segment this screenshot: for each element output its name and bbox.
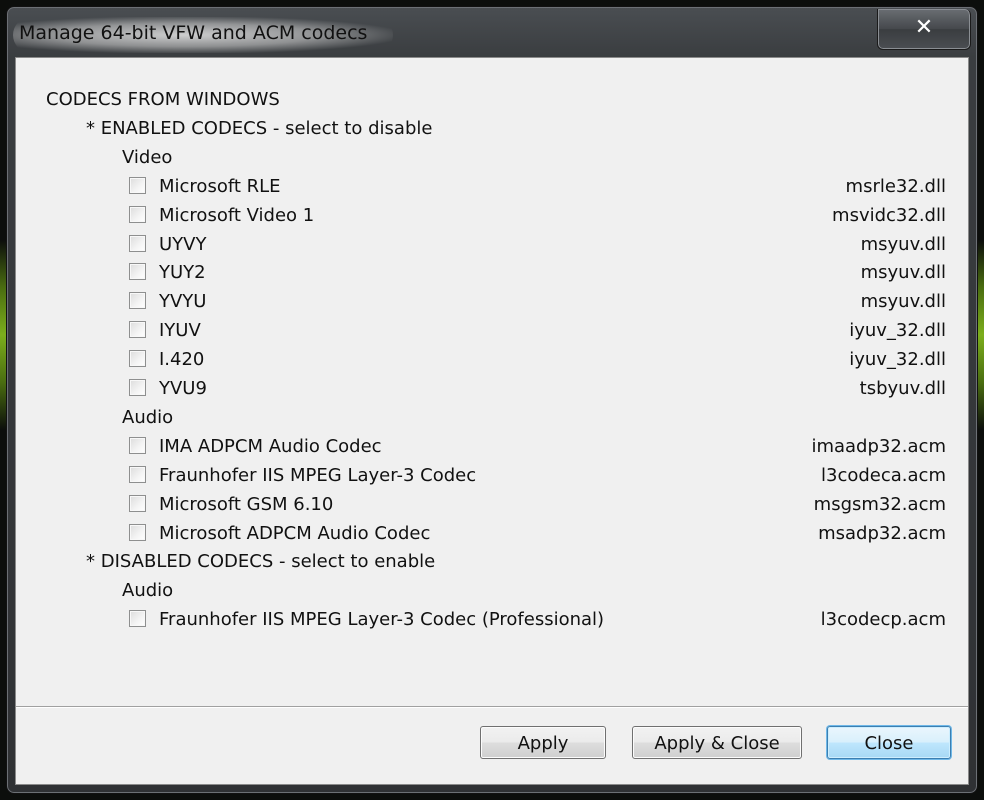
dialog-client-area: CODECS FROM WINDOWS * ENABLED CODECS - se…	[15, 57, 969, 785]
codec-file-name: iyuv_32.dll	[849, 349, 946, 371]
codec-file-name: msrle32.dll	[845, 175, 946, 197]
codec-list-item[interactable]: IYUV iyuv_32.dll	[16, 317, 968, 346]
codec-list: CODECS FROM WINDOWS * ENABLED CODECS - se…	[16, 58, 968, 706]
video-category-row: Video	[16, 144, 968, 173]
codec-file-name: msyuv.dll	[860, 233, 946, 255]
codec-file-name: msyuv.dll	[860, 262, 946, 284]
apply-and-close-button[interactable]: Apply & Close	[632, 726, 802, 759]
codec-name: Microsoft Video 1	[159, 204, 315, 226]
codec-checkbox[interactable]	[129, 205, 146, 223]
codec-name: Fraunhofer IIS MPEG Layer-3 Codec (Profe…	[159, 609, 605, 631]
codec-checkbox[interactable]	[129, 465, 146, 483]
codec-file-name: msyuv.dll	[860, 291, 946, 313]
codec-checkbox[interactable]	[129, 610, 146, 628]
codec-file-name: msadp32.acm	[818, 522, 946, 544]
codec-file-name: tsbyuv.dll	[859, 378, 946, 399]
codec-list-item[interactable]: I.420 iyuv_32.dll	[16, 346, 968, 375]
codec-name: YVU9	[159, 378, 207, 399]
disabled-codecs-label: * DISABLED CODECS - select to enable	[86, 551, 436, 573]
codec-file-name: iyuv_32.dll	[849, 320, 946, 342]
codec-list-item[interactable]: YUY2 msyuv.dll	[16, 259, 968, 288]
codec-checkbox[interactable]	[129, 292, 146, 310]
codec-name: I.420	[159, 349, 205, 371]
codec-list-item[interactable]: Microsoft GSM 6.10 msgsm32.acm	[16, 491, 968, 520]
codec-checkbox[interactable]	[129, 523, 146, 541]
codec-name: YUY2	[159, 262, 206, 284]
codecs-header: CODECS FROM WINDOWS	[46, 89, 280, 110]
codec-list-item[interactable]: Microsoft ADPCM Audio Codec msadp32.acm	[16, 520, 968, 549]
codec-file-name: msgsm32.acm	[813, 493, 946, 515]
codec-checkbox[interactable]	[129, 176, 146, 194]
codec-name: UYVY	[159, 233, 207, 255]
codec-list-item[interactable]: Fraunhofer IIS MPEG Layer-3 Codec l3codec…	[16, 462, 968, 491]
divider	[16, 706, 968, 708]
codec-file-name: msvidc32.dll	[832, 204, 946, 226]
codec-list-item[interactable]: Microsoft Video 1 msvidc32.dll	[16, 202, 968, 231]
window-title: Manage 64-bit VFW and ACM codecs	[19, 22, 368, 44]
codec-list-item[interactable]: Microsoft RLE msrle32.dll	[16, 173, 968, 202]
audio-category-label: Audio	[122, 406, 174, 428]
codec-name: Microsoft GSM 6.10	[159, 493, 334, 515]
audio-category-row: Audio	[16, 404, 968, 433]
enabled-codecs-row: * ENABLED CODECS - select to disable	[16, 115, 968, 144]
codec-list-item[interactable]: UYVY msyuv.dll	[16, 231, 968, 260]
enabled-codecs-label: * ENABLED CODECS - select to disable	[86, 117, 433, 139]
codec-name: IMA ADPCM Audio Codec	[159, 435, 382, 457]
close-button[interactable]: Close	[827, 726, 951, 759]
codec-list-item[interactable]: Fraunhofer IIS MPEG Layer-3 Codec (Profe…	[16, 606, 968, 635]
disabled-codecs-row: * DISABLED CODECS - select to enable	[16, 548, 968, 577]
codec-checkbox[interactable]	[129, 379, 146, 396]
window-close-icon[interactable]: ✕	[877, 9, 971, 50]
codec-checkbox[interactable]	[129, 321, 146, 339]
codecs-header-row: CODECS FROM WINDOWS	[16, 86, 968, 115]
codec-name: Fraunhofer IIS MPEG Layer-3 Codec	[159, 464, 477, 486]
audio-category-label: Audio	[122, 580, 174, 602]
codec-list-item[interactable]: YVYU msyuv.dll	[16, 288, 968, 317]
video-category-label: Video	[122, 146, 173, 168]
codec-list-item[interactable]: YVU9 tsbyuv.dll	[16, 375, 968, 404]
codec-checkbox[interactable]	[129, 494, 146, 512]
codec-file-name: l3codecp.acm	[820, 609, 946, 631]
codec-file-name: l3codeca.acm	[821, 464, 946, 486]
codec-checkbox[interactable]	[129, 350, 146, 368]
codec-list-item[interactable]: IMA ADPCM Audio Codec imaadp32.acm	[16, 433, 968, 462]
codec-name: IYUV	[159, 320, 201, 342]
disabled-audio-category-row: Audio	[16, 577, 968, 606]
title-bar[interactable]: Manage 64-bit VFW and ACM codecs ✕	[7, 7, 977, 57]
codec-checkbox[interactable]	[129, 263, 146, 281]
codec-checkbox[interactable]	[129, 436, 146, 454]
codec-manager-window: Manage 64-bit VFW and ACM codecs ✕ CODEC…	[6, 6, 978, 794]
apply-button[interactable]: Apply	[480, 726, 606, 759]
codec-file-name: imaadp32.acm	[811, 435, 946, 457]
codec-name: Microsoft ADPCM Audio Codec	[159, 522, 431, 544]
codec-name: Microsoft RLE	[159, 175, 281, 197]
codec-name: YVYU	[159, 291, 207, 313]
codec-checkbox[interactable]	[129, 234, 146, 252]
